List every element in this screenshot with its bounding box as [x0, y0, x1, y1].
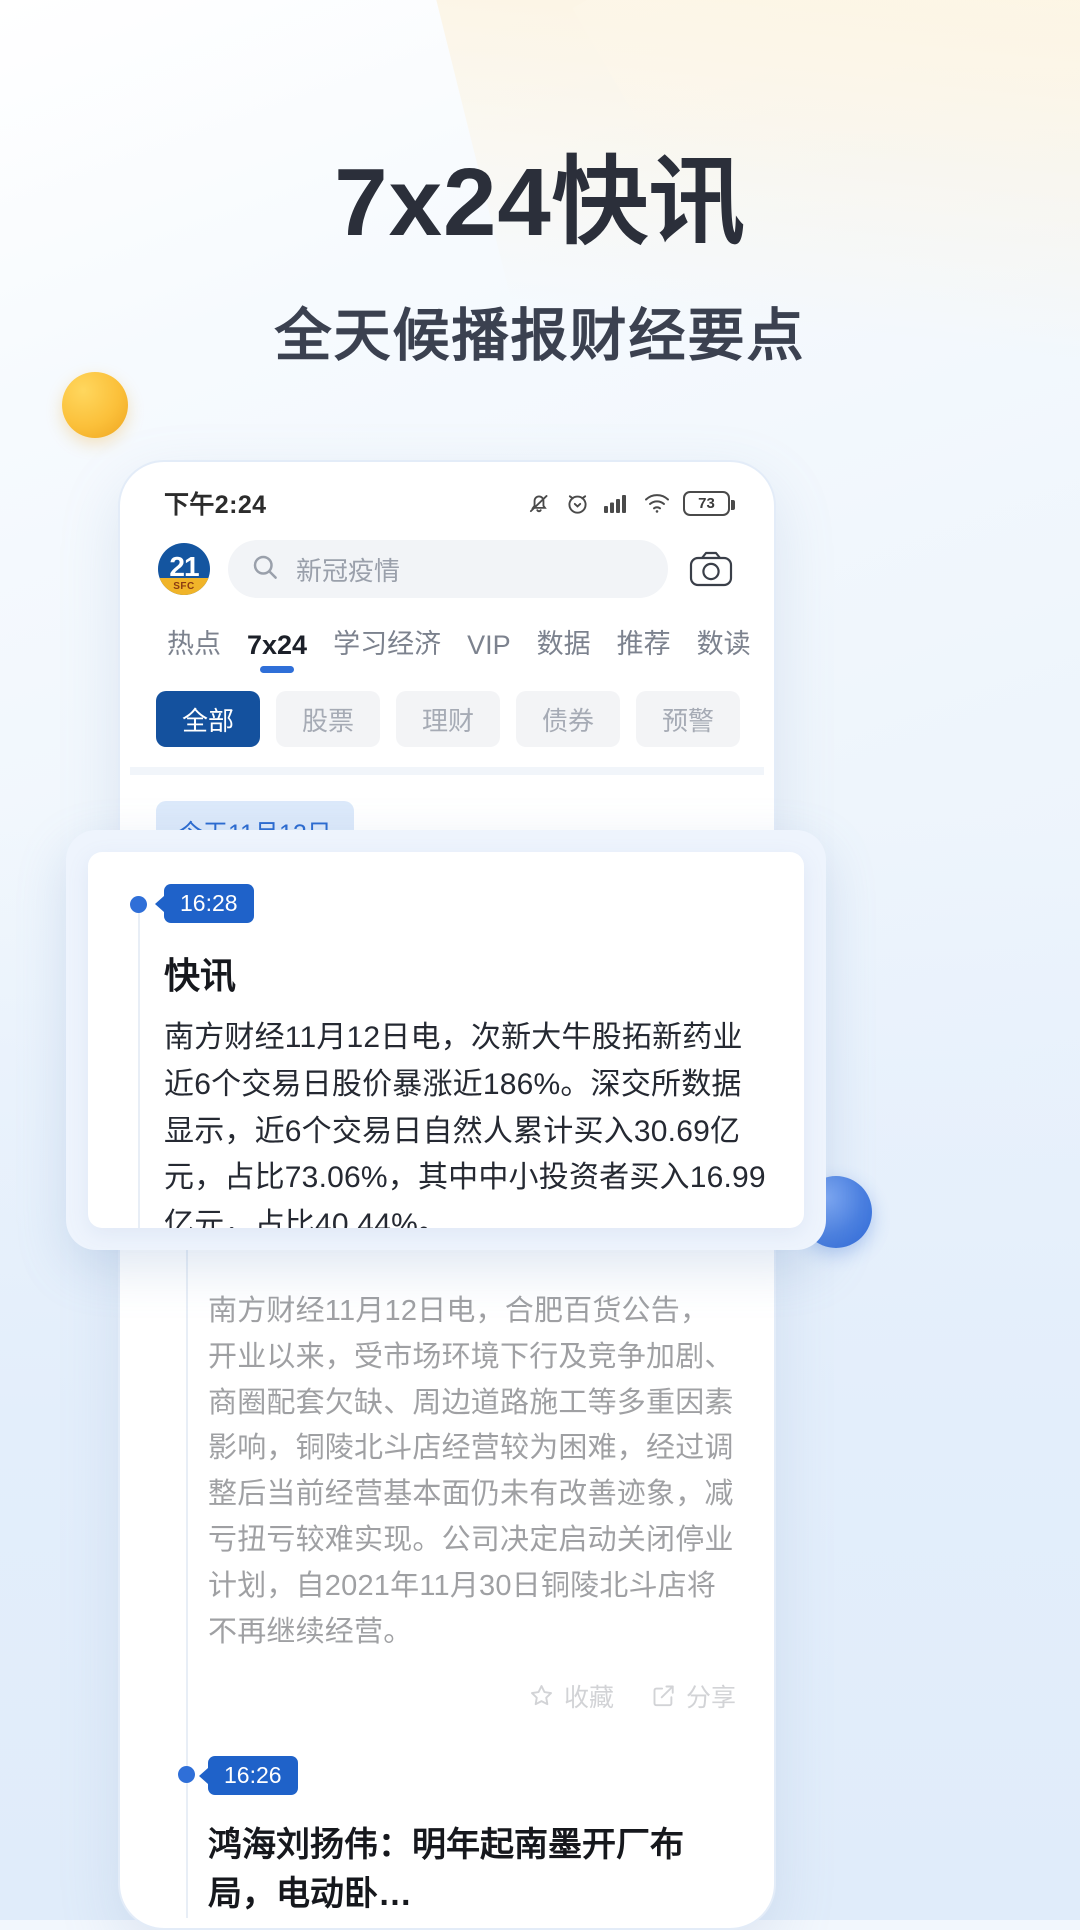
alarm-clock-icon: [564, 490, 591, 517]
tab-shuju[interactable]: 数据: [524, 616, 604, 675]
logo-sfc-bar: SFC: [158, 578, 210, 595]
filter-chip-row: 全部 股票 理财 债券 预警: [130, 675, 764, 767]
logo-number: 21: [169, 553, 198, 581]
tab-tuijian[interactable]: 推荐: [604, 616, 684, 675]
tab-label: 推荐: [617, 629, 671, 659]
status-icons: 73: [526, 490, 730, 517]
chip-label: 债券: [542, 701, 594, 738]
tab-bar: 热点 7x24 学习经济 VIP 数据 推荐 数读 宏: [130, 612, 764, 675]
list-item[interactable]: 南方财经11月12日电，合肥百货公告，开业以来，受市场环境下行及竞争加剧、商圈配…: [130, 1263, 764, 1730]
status-bar: 下午2:24: [130, 472, 764, 534]
timeline-dot: [178, 1766, 195, 1783]
tab-label: 热点: [167, 629, 221, 659]
search-icon: [250, 552, 280, 587]
hero-subtitle: 全天候播报财经要点: [0, 290, 1080, 372]
app-logo[interactable]: 21 SFC: [158, 543, 210, 595]
bell-muted-icon: [526, 490, 552, 516]
highlight-card-inner: 16:28 快讯 南方财经11月12日电，次新大牛股拓新药业近6个交易日股价暴涨…: [88, 852, 804, 1228]
chip-all[interactable]: 全部: [156, 691, 260, 747]
timeline-dot: [130, 896, 147, 913]
news-title: 鸿海刘扬伟：明年起南墨开厂布局，电动卧…: [208, 1817, 736, 1915]
camera-icon[interactable]: [686, 549, 736, 589]
hero-heading-block: 7x24快讯 全天候播报财经要点: [0, 150, 1080, 372]
tab-vip[interactable]: VIP: [454, 624, 524, 675]
chip-label: 股票: [302, 701, 354, 738]
chip-label: 理财: [422, 701, 474, 738]
news-time-badge: 16:26: [208, 1756, 298, 1795]
tab-label: 7x24: [247, 630, 307, 660]
battery-icon: 73: [683, 491, 730, 516]
status-time: 下午2:24: [164, 485, 266, 521]
news-actions: 收藏 分享: [208, 1678, 736, 1714]
chip-label: 预警: [662, 701, 714, 738]
chip-stocks[interactable]: 股票: [276, 691, 380, 747]
share-button[interactable]: 分享: [650, 1678, 736, 1714]
timeline-rail: [138, 912, 140, 1228]
tab-xuexijingji[interactable]: 学习经济: [320, 616, 454, 675]
tab-label: 数据: [537, 629, 591, 659]
tab-label: 学习经济: [333, 629, 441, 659]
signal-icon: [603, 492, 631, 514]
tab-redian[interactable]: 热点: [154, 616, 234, 675]
news-body: 南方财经11月12日电，次新大牛股拓新药业近6个交易日股价暴涨近186%。深交所…: [164, 1015, 768, 1228]
news-time-badge: 16:28: [164, 884, 254, 923]
favorite-button[interactable]: 收藏: [528, 1678, 614, 1714]
logo-sfc-text: SFC: [173, 581, 195, 592]
share-label: 分享: [686, 1678, 736, 1714]
decor-yellow-ball: [62, 372, 128, 438]
favorite-label: 收藏: [564, 1678, 614, 1714]
tab-shudu[interactable]: 数读: [684, 616, 764, 675]
hero-title: 7x24快讯: [0, 150, 1080, 256]
battery-level: 73: [698, 496, 715, 511]
news-body: 南方财经11月12日电，合肥百货公告，开业以来，受市场环境下行及竞争加剧、商圈配…: [208, 1289, 736, 1656]
chip-alerts[interactable]: 预警: [636, 691, 740, 747]
list-item[interactable]: 16:26 鸿海刘扬伟：明年起南墨开厂布局，电动卧…: [130, 1730, 764, 1919]
highlight-spotlight: 16:28 快讯 南方财经11月12日电，次新大牛股拓新药业近6个交易日股价暴涨…: [66, 830, 826, 1250]
search-placeholder: 新冠疫情: [296, 551, 400, 588]
tab-label: 数读: [697, 629, 751, 659]
news-title: 快讯: [164, 947, 768, 999]
chip-wealth[interactable]: 理财: [396, 691, 500, 747]
chip-bonds[interactable]: 债券: [516, 691, 620, 747]
search-input[interactable]: 新冠疫情: [228, 540, 668, 598]
tab-active-underline: [260, 666, 294, 673]
tab-label: VIP: [467, 630, 511, 660]
tab-7x24[interactable]: 7x24: [234, 624, 320, 675]
search-row: 21 SFC 新冠疫情: [130, 534, 764, 612]
highlight-news-card[interactable]: 16:28 快讯 南方财经11月12日电，次新大牛股拓新药业近6个交易日股价暴涨…: [88, 852, 804, 1228]
section-divider: [130, 767, 764, 775]
wifi-icon: [643, 492, 671, 514]
chip-label: 全部: [182, 701, 234, 738]
